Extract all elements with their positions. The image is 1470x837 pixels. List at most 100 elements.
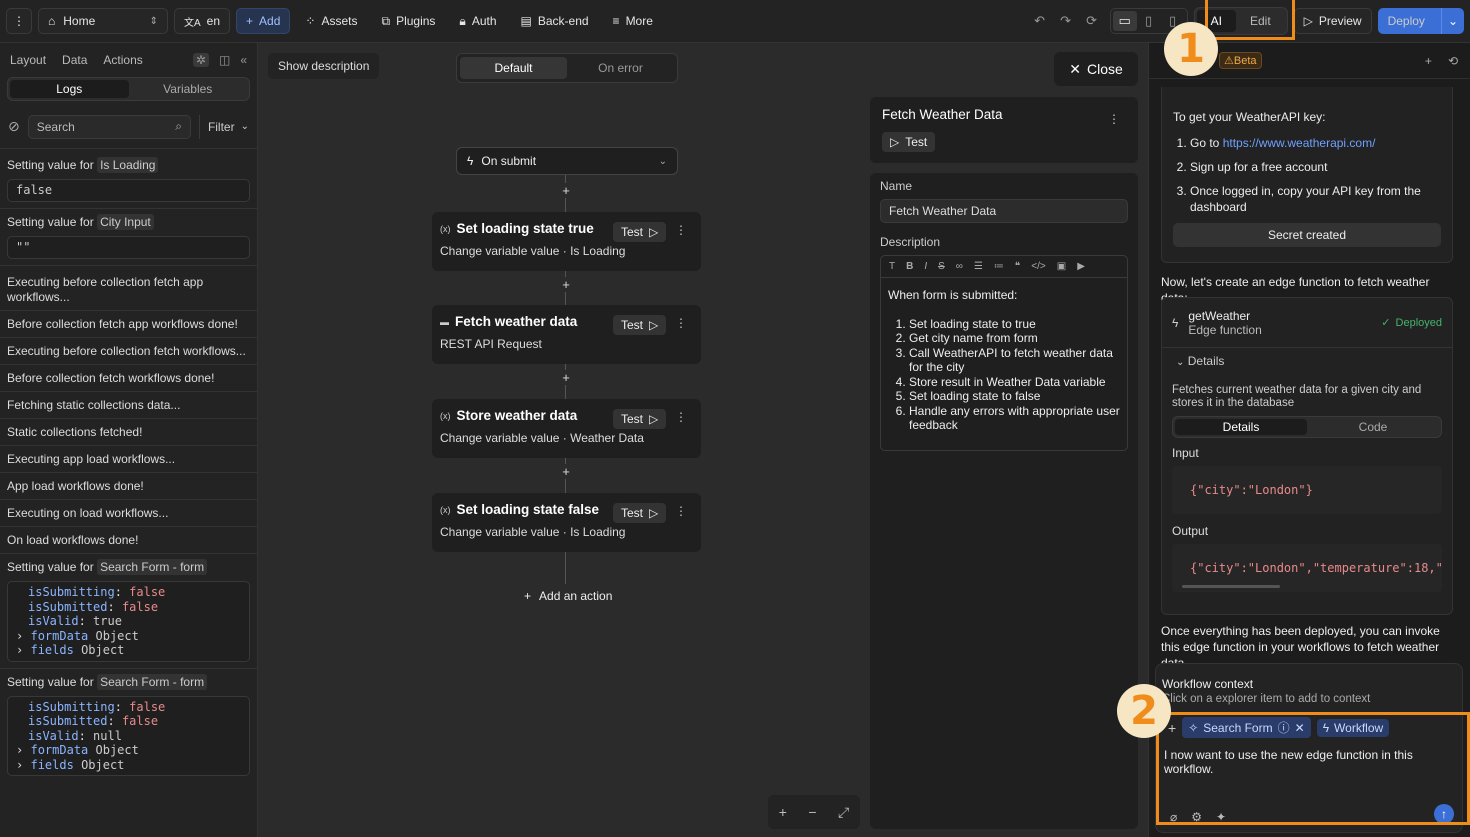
insert-step-icon[interactable]: +	[561, 183, 571, 198]
tab-details[interactable]: Details	[1175, 419, 1307, 435]
refresh-icon[interactable]: ⟳	[1080, 9, 1104, 33]
obj-key: isSubmitted	[28, 714, 108, 728]
detail-menu-icon[interactable]: ⋮	[1108, 112, 1120, 126]
ordered-list-icon[interactable]: ≔	[994, 261, 1004, 272]
name-input[interactable]: Fetch Weather Data	[880, 199, 1128, 223]
text-icon[interactable]: T	[889, 261, 895, 272]
obj-value: Object	[81, 643, 125, 657]
preview-button[interactable]: ▷ Preview	[1293, 8, 1372, 34]
step-menu-icon[interactable]: ⋮	[675, 223, 687, 237]
add-action-button[interactable]: + Add an action	[524, 589, 612, 603]
collapse-icon[interactable]: «	[240, 53, 247, 67]
input-label: Input	[1172, 446, 1199, 460]
insert-step-icon[interactable]: +	[561, 464, 571, 479]
more-label: More	[625, 14, 653, 28]
test-step-button[interactable]: Test ▷	[613, 409, 667, 429]
obj-key: isSubmitting	[28, 585, 115, 599]
link-icon[interactable]: ∞	[956, 261, 963, 272]
secret-created-button[interactable]: Secret created	[1173, 223, 1441, 247]
show-description-toggle[interactable]: Show description	[268, 53, 380, 79]
details-toggle[interactable]: ⌄ Details	[1162, 348, 1452, 374]
undo-icon[interactable]: ↶	[1028, 9, 1052, 33]
description-editor[interactable]: T B I S ∞ ☰ ≔ ❝ </> ▣ ▶ When form is sub…	[880, 255, 1128, 451]
test-label: Test	[905, 135, 928, 149]
auth-button[interactable]: 🔒︎ Auth	[450, 8, 505, 34]
close-button[interactable]: ✕ Close	[1054, 52, 1138, 86]
deploy-button[interactable]: Deploy ⌄	[1377, 8, 1464, 34]
obj-expandable[interactable]: › formData Object	[16, 743, 241, 758]
assets-button[interactable]: ⁘ Assets	[296, 8, 366, 34]
workflow-step[interactable]: ▬ Fetch weather data REST API Request Tes…	[432, 305, 701, 364]
tab-default[interactable]: Default	[460, 57, 567, 79]
test-step-button[interactable]: Test ▷	[613, 222, 667, 242]
close-label: Close	[1086, 61, 1123, 77]
step-menu-icon[interactable]: ⋮	[675, 504, 687, 518]
description-item: Call WeatherAPI to fetch weather data fo…	[909, 346, 1120, 375]
italic-icon[interactable]: I	[924, 261, 927, 272]
plugins-button[interactable]: ⧉ Plugins	[372, 8, 444, 34]
new-chat-icon[interactable]: +	[1425, 54, 1432, 68]
desktop-icon[interactable]: ▭	[1112, 11, 1137, 31]
api-key-instructions: To get your WeatherAPI key: Go to https:…	[1161, 87, 1453, 263]
history-icon[interactable]: ⟲	[1448, 54, 1458, 68]
clear-icon[interactable]: ⊘	[8, 118, 20, 135]
code-icon[interactable]: </>	[1031, 261, 1045, 272]
workflow-step[interactable]: (x) Set loading state false Change variab…	[432, 493, 701, 552]
chevron-down-icon[interactable]: ⌄	[1440, 8, 1464, 34]
bug-icon[interactable]: ✲	[192, 53, 209, 67]
more-button[interactable]: ≡ More	[604, 8, 662, 34]
obj-expandable[interactable]: › fields Object	[16, 758, 241, 773]
redo-icon[interactable]: ↷	[1054, 9, 1078, 33]
page-select[interactable]: ⌂ Home ⇕	[38, 8, 168, 34]
detail-test-button[interactable]: ▷ Test	[882, 132, 936, 152]
tab-data[interactable]: Data	[62, 53, 87, 67]
workflow-step[interactable]: (x) Set loading state true Change variabl…	[432, 212, 701, 271]
add-button[interactable]: + Add	[236, 8, 291, 34]
step-menu-icon[interactable]: ⋮	[675, 410, 687, 424]
strike-icon[interactable]: S	[938, 261, 945, 272]
tab-variables[interactable]: Variables	[129, 80, 248, 98]
log-entry: On load workflows done!	[0, 527, 257, 554]
test-step-button[interactable]: Test ▷	[613, 315, 667, 335]
tab-layout[interactable]: Layout	[10, 53, 46, 67]
weatherapi-link[interactable]: https://www.weatherapi.com/	[1223, 136, 1376, 150]
backend-button[interactable]: ▤ Back-end	[512, 8, 598, 34]
zoom-out-icon[interactable]: −	[808, 804, 816, 820]
image-icon[interactable]: ▣	[1057, 261, 1066, 272]
bullet-list-icon[interactable]: ☰	[974, 261, 983, 272]
search-input[interactable]: Search ⌕	[27, 114, 191, 139]
insert-step-icon[interactable]: +	[561, 370, 571, 385]
workflow-canvas: Show description Default On error ϟ On s…	[258, 43, 1148, 837]
quote-icon[interactable]: ❝	[1015, 261, 1020, 272]
log-entry: Before collection fetch app workflows do…	[0, 311, 257, 338]
step-title: Set loading state true	[456, 221, 594, 236]
tab-on-error[interactable]: On error	[567, 57, 674, 79]
main-menu-button[interactable]: ⋮	[6, 8, 32, 34]
step-menu-icon[interactable]: ⋮	[675, 316, 687, 330]
fit-view-icon[interactable]: ⤢	[838, 804, 849, 821]
function-type: Edge function	[1188, 322, 1262, 337]
tab-logs[interactable]: Logs	[10, 80, 129, 98]
output-code-text: {"city":"London","temperature":18,"de	[1190, 561, 1442, 575]
bold-icon[interactable]: B	[906, 261, 913, 272]
tab-code[interactable]: Code	[1307, 419, 1439, 435]
insert-step-icon[interactable]: +	[561, 277, 571, 292]
obj-expandable[interactable]: › formData Object	[16, 629, 241, 644]
log-value: ""	[7, 236, 250, 259]
panel-icon[interactable]: ◫	[219, 53, 230, 67]
code-scrollbar[interactable]	[1182, 585, 1280, 588]
tablet-icon[interactable]: ▯	[1137, 9, 1161, 33]
language-button[interactable]: 文A en	[174, 8, 231, 34]
trigger-select[interactable]: ϟ On submit ⌄	[456, 147, 678, 175]
zoom-controls: + − ⤢	[768, 795, 860, 829]
assets-icon: ⁘	[305, 14, 316, 28]
zoom-in-icon[interactable]: +	[779, 804, 787, 820]
video-icon[interactable]: ▶	[1077, 261, 1085, 272]
edge-function-header: ϟ getWeather Edge function ✓ Deployed	[1162, 298, 1452, 348]
test-step-button[interactable]: Test ▷	[613, 503, 667, 523]
output-code: {"city":"London","temperature":18,"de	[1172, 544, 1442, 592]
obj-expandable[interactable]: › fields Object	[16, 643, 241, 658]
filter-button[interactable]: Filter ⌄	[198, 114, 249, 139]
workflow-step[interactable]: (x) Store weather data Change variable va…	[432, 399, 701, 458]
tab-actions[interactable]: Actions	[103, 53, 142, 67]
